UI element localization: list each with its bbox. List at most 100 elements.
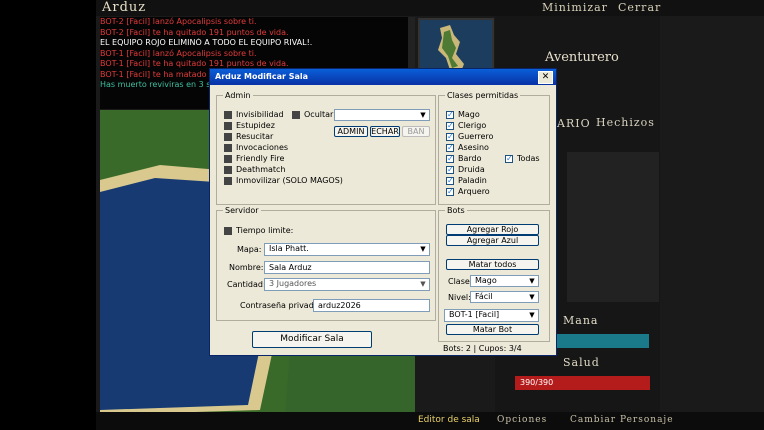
name-label: Nombre: xyxy=(229,263,264,272)
class-mago-label: Mago xyxy=(458,110,480,119)
class-arquero-label: Arquero xyxy=(458,187,490,196)
invisibility-checkbox[interactable] xyxy=(224,111,232,119)
minimize-button[interactable]: Minimizar xyxy=(542,1,608,14)
close-game-button[interactable]: Cerrar xyxy=(618,1,661,14)
bots-group: Bots Agregar Rojo Agregar Azul Matar tod… xyxy=(438,206,550,342)
bot-select[interactable]: BOT-1 [Facil] ▼ xyxy=(444,309,539,322)
class-all-label: Todas xyxy=(517,154,540,163)
map-label: Mapa: xyxy=(237,245,262,254)
chat-line: EL EQUIPO ROJO ELIMINÓ A TODO EL EQUIPO … xyxy=(100,38,313,47)
chat-line: BOT-2 [Facil] te ha quitado 191 puntos d… xyxy=(100,27,289,37)
editor-button[interactable]: Editor de sala xyxy=(418,415,480,425)
deathmatch-checkbox[interactable] xyxy=(224,166,232,174)
ban-button[interactable]: BAN xyxy=(402,126,430,137)
class-paladin-checkbox[interactable]: ✓ xyxy=(446,177,454,185)
resurrect-checkbox[interactable] xyxy=(224,133,232,141)
chevron-down-icon: ▼ xyxy=(529,311,535,319)
mana-label: Mana xyxy=(563,314,599,327)
password-input[interactable]: arduz2026 xyxy=(313,299,430,312)
invocations-label: Invocaciones xyxy=(236,143,289,152)
friendly-fire-checkbox[interactable] xyxy=(224,155,232,163)
kill-all-bots-button[interactable]: Matar todos xyxy=(446,259,539,270)
chevron-down-icon: ▼ xyxy=(529,293,535,301)
options-button[interactable]: Opciones xyxy=(497,415,547,425)
change-character-button[interactable]: Cambiar Personaje xyxy=(570,415,674,425)
admin-group: Admin Invisibilidad Estupidez Resucitar … xyxy=(216,91,436,205)
chevron-down-icon: ▼ xyxy=(420,280,426,288)
class-arquero-checkbox[interactable]: ✓ xyxy=(446,188,454,196)
bots-group-title: Bots xyxy=(445,206,467,215)
dialog-title-bar[interactable]: Arduz Modificar Sala ✕ xyxy=(210,69,556,85)
bot-level-label: Nivel: xyxy=(448,293,471,302)
kill-bot-button[interactable]: Matar Bot xyxy=(446,324,539,335)
chat-line: BOT-2 [Facil] lanzó Apocalipsis sobre ti… xyxy=(100,17,257,26)
game-title: Arduz xyxy=(102,0,147,15)
health-bar: 390/390 xyxy=(515,376,650,390)
class-paladin-label: Paladin xyxy=(458,176,487,185)
immobilize-checkbox[interactable] xyxy=(224,177,232,185)
class-clerigo-checkbox[interactable]: ✓ xyxy=(446,122,454,130)
chat-line: BOT-1 [Facil] lanzó Apocalipsis sobre ti… xyxy=(100,48,257,58)
hide-checkbox[interactable] xyxy=(292,111,300,119)
modify-room-button[interactable]: Modificar Sala xyxy=(252,331,372,348)
time-limit-checkbox[interactable] xyxy=(224,227,232,235)
mana-bar xyxy=(557,334,649,348)
chevron-down-icon: ▼ xyxy=(420,111,426,119)
kick-button[interactable]: ECHAR xyxy=(370,126,400,137)
bot-select-value: BOT-1 [Facil] xyxy=(449,310,500,319)
bots-status: Bots: 2 | Cupos: 3/4 xyxy=(443,344,522,353)
admin-button[interactable]: ADMIN xyxy=(334,126,368,137)
class-clerigo-label: Clerigo xyxy=(458,121,487,130)
dialog-title: Arduz Modificar Sala xyxy=(215,72,309,81)
player-count-select[interactable]: 3 Jugadores ▼ xyxy=(264,278,430,291)
player-count-value: 3 Jugadores xyxy=(269,279,317,288)
add-red-bot-button[interactable]: Agregar Rojo xyxy=(446,224,539,235)
health-value: 390/390 xyxy=(520,378,554,387)
map-select[interactable]: Isla Phatt. ▼ xyxy=(264,243,430,256)
classes-group: Clases permitidas ✓ Mago ✓ Clerigo ✓ Gue… xyxy=(438,91,550,205)
close-icon[interactable]: ✕ xyxy=(538,71,553,84)
class-all-checkbox[interactable]: ✓ xyxy=(505,155,513,163)
deathmatch-label: Deathmatch xyxy=(236,165,286,174)
add-blue-bot-button[interactable]: Agregar Azul xyxy=(446,235,539,246)
chevron-down-icon: ▼ xyxy=(529,277,535,285)
modify-room-dialog: Arduz Modificar Sala ✕ Admin Invisibilid… xyxy=(209,68,557,356)
tab-inventory[interactable]: ARIO xyxy=(557,117,591,130)
invocations-checkbox[interactable] xyxy=(224,144,232,152)
class-bardo-checkbox[interactable]: ✓ xyxy=(446,155,454,163)
inventory-grid[interactable] xyxy=(567,152,659,302)
password-label: Contraseña privada: xyxy=(240,301,322,310)
class-bardo-label: Bardo xyxy=(458,154,482,163)
hide-label: Ocultar xyxy=(304,110,334,119)
bot-class-label: Clase: xyxy=(448,277,473,286)
chevron-down-icon: ▼ xyxy=(420,245,426,253)
bot-level-select[interactable]: Fácil ▼ xyxy=(470,291,539,303)
class-druida-checkbox[interactable]: ✓ xyxy=(446,166,454,174)
class-guerrero-label: Guerrero xyxy=(458,132,494,141)
classes-group-title: Clases permitidas xyxy=(445,91,521,100)
resurrect-label: Resucitar xyxy=(236,132,274,141)
class-name: Aventurero xyxy=(545,50,619,65)
invisibility-label: Invisibilidad xyxy=(236,110,284,119)
stupidity-label: Estupidez xyxy=(236,121,275,130)
immobilize-label: Inmovilizar (SOLO MAGOS) xyxy=(236,176,343,185)
tab-spells[interactable]: Hechizos xyxy=(596,116,655,129)
player-select[interactable]: ▼ xyxy=(334,109,430,121)
health-label: Salud xyxy=(563,356,600,369)
bot-class-select[interactable]: Mago ▼ xyxy=(470,275,539,287)
top-bar: Arduz Minimizar Cerrar xyxy=(96,0,764,16)
class-asesino-label: Asesino xyxy=(458,143,489,152)
class-mago-checkbox[interactable]: ✓ xyxy=(446,111,454,119)
class-guerrero-checkbox[interactable]: ✓ xyxy=(446,133,454,141)
map-select-value: Isla Phatt. xyxy=(269,244,309,253)
class-druida-label: Druida xyxy=(458,165,485,174)
server-group-title: Servidor xyxy=(223,206,261,215)
admin-group-title: Admin xyxy=(223,91,253,100)
room-name-input[interactable]: Sala Arduz xyxy=(264,261,430,274)
bot-level-value: Fácil xyxy=(475,292,493,301)
friendly-fire-label: Friendly Fire xyxy=(236,154,285,163)
class-asesino-checkbox[interactable]: ✓ xyxy=(446,144,454,152)
bot-class-value: Mago xyxy=(475,276,497,285)
stupidity-checkbox[interactable] xyxy=(224,122,232,130)
count-label: Cantidad: xyxy=(227,280,266,289)
